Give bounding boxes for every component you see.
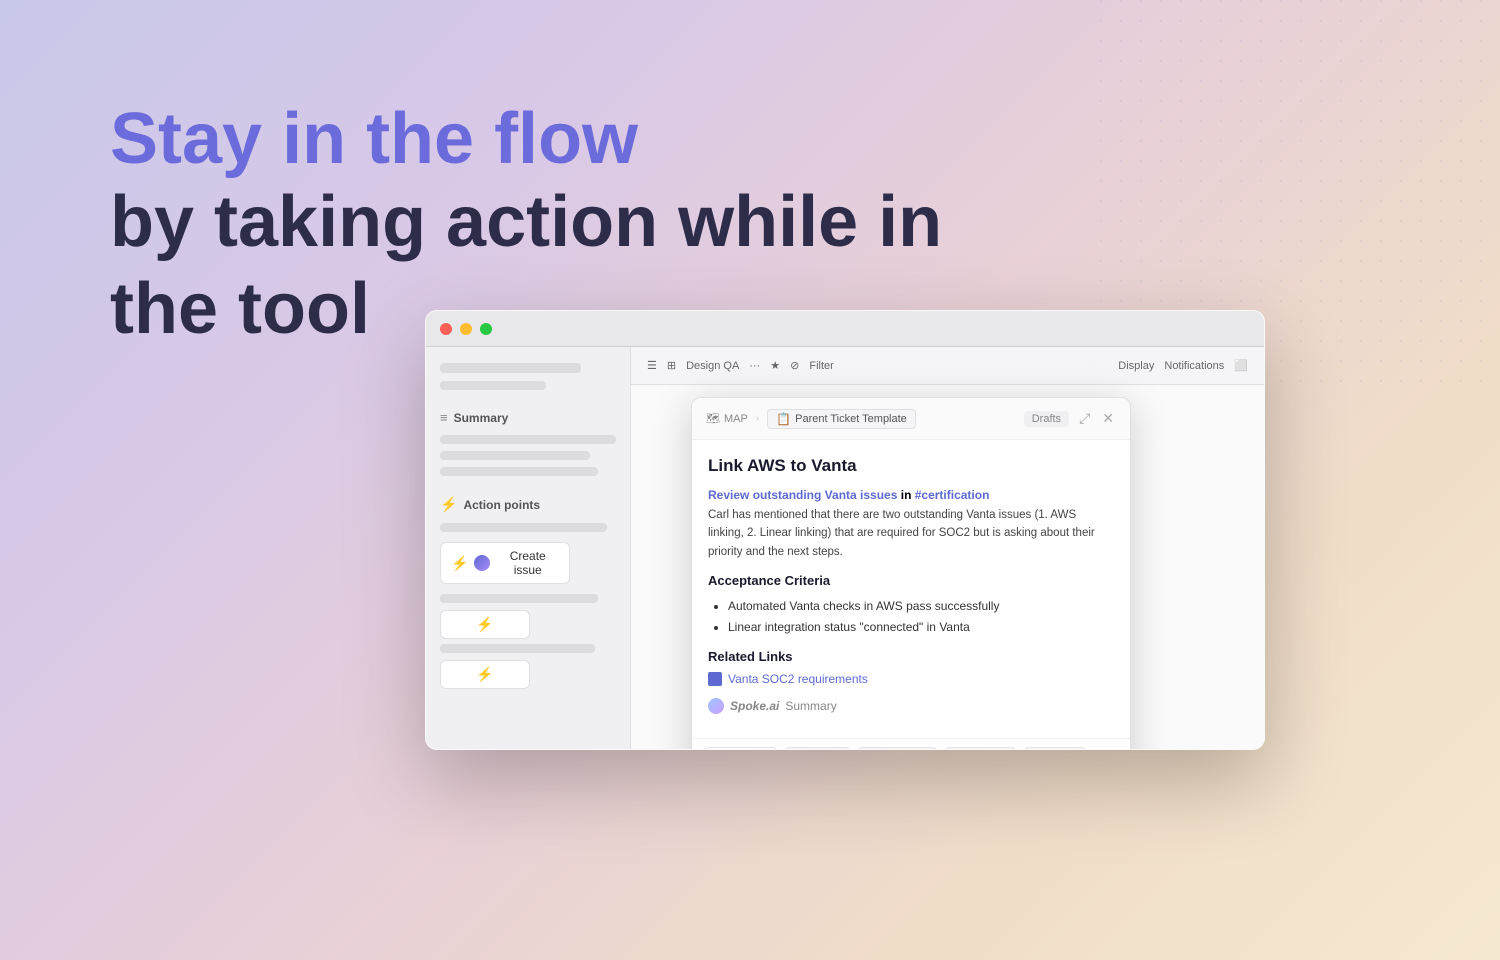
spoke-brand: Spoke.ai bbox=[730, 699, 779, 713]
summary-icon: ≡ bbox=[440, 410, 448, 425]
breadcrumb-separator: › bbox=[756, 413, 759, 424]
meta-status-tag[interactable]: Planned bbox=[706, 747, 777, 750]
sidebar-skel-7 bbox=[440, 594, 598, 603]
sidebar-small-btn-2[interactable]: ⚡ bbox=[440, 660, 530, 689]
minimize-dot[interactable] bbox=[460, 323, 472, 335]
panel-title: Link AWS to Vanta bbox=[708, 456, 1114, 476]
sidebar-summary-section: ≡ Summary bbox=[440, 410, 616, 425]
breadcrumb-template-label: Parent Ticket Template bbox=[795, 413, 907, 425]
grid-icon: ☰ bbox=[647, 359, 657, 372]
panel-header-actions: ⤢ ✕ bbox=[1077, 408, 1116, 429]
sidebar-skel-4 bbox=[440, 451, 590, 460]
sidebar-skeleton-1 bbox=[440, 363, 581, 373]
spoke-icon bbox=[708, 698, 724, 714]
issue-panel: 🗺 MAP › 📋 Parent Ticket Template Drafts … bbox=[691, 397, 1131, 750]
sidebar-small-btn-1[interactable]: ⚡ bbox=[440, 610, 530, 639]
meta-estimate-tag[interactable]: ◇ Estimate bbox=[945, 747, 1016, 750]
sidebar-summary-label: Summary bbox=[454, 411, 509, 425]
spoke-summary-label: Summary bbox=[785, 699, 836, 713]
title-bar bbox=[426, 311, 1264, 347]
meta-label-tag[interactable]: 🏷 Label bbox=[1024, 747, 1086, 750]
create-issue-button[interactable]: ⚡ Create issue bbox=[440, 542, 570, 584]
criteria-item-2: Linear integration status "connected" in… bbox=[728, 617, 1114, 637]
close-dot[interactable] bbox=[440, 323, 452, 335]
sidebar-action-section: ⚡ Action points bbox=[440, 496, 616, 513]
related-link-vanta[interactable]: Vanta SOC2 requirements bbox=[708, 672, 1114, 686]
sidebar-skel-5 bbox=[440, 467, 598, 476]
expand-button[interactable]: ⤢ bbox=[1077, 408, 1092, 429]
template-icon: 📋 bbox=[776, 412, 791, 426]
table-icon: ⊞ bbox=[667, 359, 676, 372]
meta-priority-tag[interactable]: ··· Priority bbox=[785, 747, 851, 750]
sidebar-action-label: Action points bbox=[463, 498, 540, 512]
highlight-title: Review outstanding Vanta issues in #cert… bbox=[708, 488, 1114, 502]
main-content: ☰ ⊞ Design QA ··· ★ ⊘ Filter Display Not… bbox=[631, 347, 1264, 749]
bolt-icon-small-1: ⚡ bbox=[476, 616, 493, 633]
sidebar-skel-8 bbox=[440, 644, 595, 653]
spoke-summary: Spoke.ai Summary bbox=[708, 694, 1114, 714]
close-button[interactable]: ✕ bbox=[1100, 408, 1116, 429]
panel-header: 🗺 MAP › 📋 Parent Ticket Template Drafts … bbox=[692, 398, 1130, 440]
display-button[interactable]: Display bbox=[1118, 360, 1154, 372]
notifications-button[interactable]: Notifications bbox=[1164, 360, 1224, 372]
filter-label[interactable]: Filter bbox=[809, 360, 833, 372]
criteria-item-1: Automated Vanta checks in AWS pass succe… bbox=[728, 596, 1114, 616]
create-issue-label: Create issue bbox=[496, 549, 559, 577]
acceptance-criteria-title: Acceptance Criteria bbox=[708, 573, 1114, 588]
sidebar-skeleton-2 bbox=[440, 381, 546, 390]
breadcrumb-map: 🗺 MAP bbox=[706, 412, 748, 425]
star-icon[interactable]: ★ bbox=[770, 359, 780, 372]
sidebar: ≡ Summary ⚡ Action points ⚡ Create issue… bbox=[426, 347, 631, 749]
bolt-icon-small-2: ⚡ bbox=[476, 666, 493, 683]
highlight-in: in bbox=[901, 488, 915, 502]
fullscreen-dot[interactable] bbox=[480, 323, 492, 335]
panel-body: Link AWS to Vanta Review outstanding Van… bbox=[692, 440, 1130, 738]
top-bar: ☰ ⊞ Design QA ··· ★ ⊘ Filter Display Not… bbox=[631, 347, 1264, 385]
linear-logo-icon bbox=[474, 555, 490, 571]
related-link-label: Vanta SOC2 requirements bbox=[728, 672, 868, 686]
highlight-link[interactable]: Review outstanding Vanta issues bbox=[708, 488, 897, 502]
highlight-body: Carl has mentioned that there are two ou… bbox=[708, 506, 1114, 561]
meta-assignee-tag[interactable]: 👤 Assignee bbox=[858, 747, 937, 750]
sidebar-skel-3 bbox=[440, 435, 616, 444]
vanta-link-icon bbox=[708, 672, 722, 686]
related-links-title: Related Links bbox=[708, 649, 1114, 664]
map-icon: 🗺 bbox=[706, 412, 720, 425]
filter-icon: ⊘ bbox=[790, 359, 799, 372]
breadcrumb-map-label: MAP bbox=[724, 413, 748, 425]
action-icon: ⚡ bbox=[440, 496, 457, 513]
ellipsis-icon: ··· bbox=[749, 360, 760, 372]
hero-title-line1: Stay in the flow bbox=[110, 100, 1010, 179]
panel-footer: Planned ··· Priority 👤 Assignee ◇ Est bbox=[692, 738, 1130, 750]
layout-icon: ⬜ bbox=[1234, 359, 1248, 372]
highlight-block: Review outstanding Vanta issues in #cert… bbox=[708, 488, 1114, 561]
tab-design-qa[interactable]: Design QA bbox=[686, 360, 739, 372]
top-bar-right: Display Notifications ⬜ bbox=[1118, 359, 1248, 372]
app-body: ≡ Summary ⚡ Action points ⚡ Create issue… bbox=[426, 347, 1264, 749]
drafts-badge: Drafts bbox=[1024, 411, 1069, 427]
acceptance-criteria-list: Automated Vanta checks in AWS pass succe… bbox=[708, 596, 1114, 637]
action-bolt-icon: ⚡ bbox=[451, 555, 468, 572]
app-window: ≡ Summary ⚡ Action points ⚡ Create issue… bbox=[425, 310, 1265, 750]
meta-row: Planned ··· Priority 👤 Assignee ◇ Est bbox=[706, 747, 1116, 750]
highlight-tag: #certification bbox=[915, 488, 990, 502]
breadcrumb-template-tag[interactable]: 📋 Parent Ticket Template bbox=[767, 409, 916, 429]
sidebar-skel-6 bbox=[440, 523, 607, 532]
